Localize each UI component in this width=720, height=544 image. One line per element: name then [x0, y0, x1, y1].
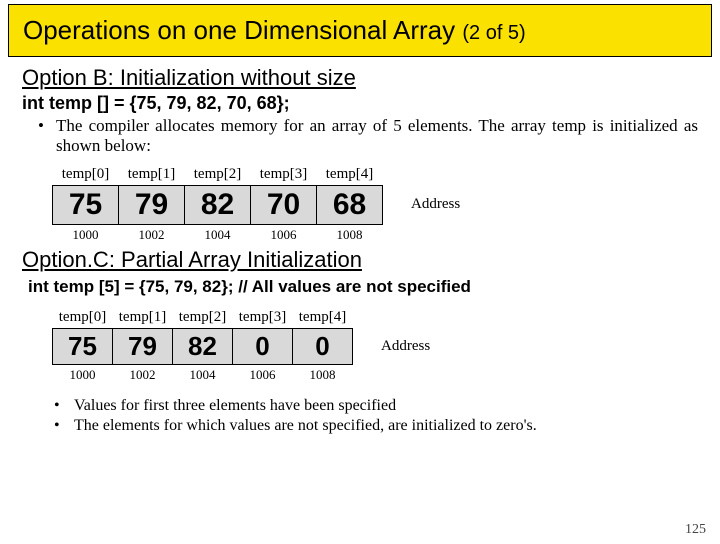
- option-c-bullet-1: Values for first three elements have bee…: [74, 397, 698, 415]
- arr-label: temp[4]: [293, 309, 353, 329]
- slide-content: Option B: Initialization without size in…: [0, 57, 720, 435]
- slide-title-main: Operations on one Dimensional Array: [23, 15, 462, 45]
- option-b-array-row: temp[0] temp[1] temp[2] temp[3] temp[4] …: [22, 166, 698, 243]
- arr-addr: 1002: [119, 225, 185, 244]
- option-c-bullet-2: The elements for which values are not sp…: [74, 417, 698, 435]
- arr-label: temp[2]: [185, 166, 251, 186]
- arr-label: temp[4]: [317, 166, 383, 186]
- arr-addr: 1000: [53, 225, 119, 244]
- arr-value: 75: [53, 329, 113, 365]
- option-b-bullet: The compiler allocates memory for an arr…: [56, 116, 698, 156]
- option-c-array: temp[0] temp[1] temp[2] temp[3] temp[4] …: [52, 309, 353, 383]
- arr-addr: 1006: [251, 225, 317, 244]
- arr-addr: 1000: [53, 365, 113, 384]
- arr-value: 0: [233, 329, 293, 365]
- arr-addr: 1006: [233, 365, 293, 384]
- arr-label: temp[0]: [53, 166, 119, 186]
- slide-title-paren: (2 of 5): [462, 22, 525, 44]
- option-b-array: temp[0] temp[1] temp[2] temp[3] temp[4] …: [52, 166, 383, 243]
- arr-value: 79: [119, 186, 185, 225]
- arr-label: temp[3]: [233, 309, 293, 329]
- arr-label: temp[3]: [251, 166, 317, 186]
- arr-label: temp[1]: [119, 166, 185, 186]
- slide-number: 125: [685, 522, 706, 538]
- arr-label: temp[0]: [53, 309, 113, 329]
- arr-addr: 1002: [113, 365, 173, 384]
- option-b-code: int temp [] = {75, 79, 82, 70, 68};: [22, 93, 698, 114]
- arr-value: 70: [251, 186, 317, 225]
- arr-addr: 1008: [317, 225, 383, 244]
- option-b-heading: Option B: Initialization without size: [22, 65, 698, 91]
- arr-value: 79: [113, 329, 173, 365]
- arr-label: temp[2]: [173, 309, 233, 329]
- arr-value: 82: [185, 186, 251, 225]
- arr-addr: 1004: [185, 225, 251, 244]
- title-bar: Operations on one Dimensional Array (2 o…: [8, 4, 712, 57]
- option-c-heading: Option.C: Partial Array Initialization: [22, 247, 698, 273]
- option-c-bullets: Values for first three elements have bee…: [74, 397, 698, 435]
- arr-value: 68: [317, 186, 383, 225]
- address-label-b: Address: [411, 196, 460, 213]
- option-c-code: int temp [5] = {75, 79, 82}; // All valu…: [28, 277, 698, 297]
- arr-value: 0: [293, 329, 353, 365]
- arr-value: 82: [173, 329, 233, 365]
- arr-value: 75: [53, 186, 119, 225]
- address-label-c: Address: [381, 338, 430, 355]
- option-b-table: temp[0] temp[1] temp[2] temp[3] temp[4] …: [52, 166, 383, 243]
- option-c-array-row: temp[0] temp[1] temp[2] temp[3] temp[4] …: [22, 309, 698, 383]
- arr-addr: 1004: [173, 365, 233, 384]
- arr-addr: 1008: [293, 365, 353, 384]
- arr-label: temp[1]: [113, 309, 173, 329]
- option-c-table: temp[0] temp[1] temp[2] temp[3] temp[4] …: [52, 309, 353, 383]
